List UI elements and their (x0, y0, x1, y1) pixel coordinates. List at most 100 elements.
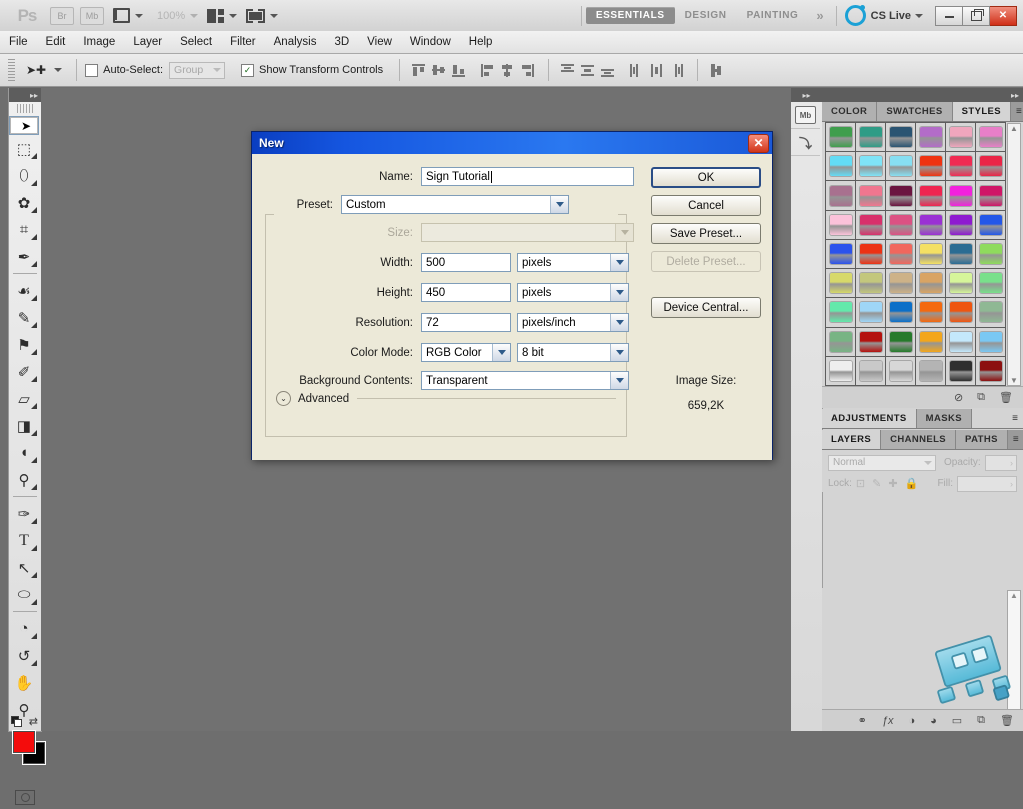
strip-button-mini-bridge[interactable]: Mb (791, 102, 820, 129)
tool-eyedropper-tool[interactable]: ✒ (9, 243, 39, 270)
height-input[interactable]: 450 (421, 283, 511, 302)
style-swatch-cell[interactable] (886, 181, 915, 210)
style-swatch-cell[interactable] (946, 298, 975, 327)
style-swatch-cell[interactable] (886, 239, 915, 269)
launch-bridge-icon[interactable]: Br (50, 6, 74, 25)
device-central-button[interactable]: Device Central... (651, 297, 761, 318)
tool-pen-tool[interactable]: ✑ (9, 500, 39, 527)
tab-masks[interactable]: MASKS (916, 409, 972, 428)
align-bottom-edges-icon[interactable] (452, 64, 466, 77)
menu-layer[interactable]: Layer (124, 34, 171, 50)
tool-history-brush-tool[interactable]: ✐ (9, 358, 39, 385)
minimize-button[interactable] (935, 5, 963, 26)
style-swatch-cell[interactable] (946, 210, 975, 239)
workspace-tab-painting[interactable]: PAINTING (737, 7, 809, 24)
cs-live-button[interactable]: CS Live (841, 5, 927, 26)
width-input[interactable]: 500 (421, 253, 511, 272)
align-right-edges-icon[interactable] (521, 63, 535, 77)
style-swatch-cell[interactable] (916, 327, 945, 356)
tool-blur-tool[interactable]: ◖ (9, 439, 39, 466)
menu-file[interactable]: File (0, 34, 37, 50)
tab-paths[interactable]: PATHS (956, 430, 1008, 449)
workspace-tab-design[interactable]: DESIGN (675, 7, 737, 24)
style-swatch-cell[interactable] (826, 269, 855, 298)
tab-channels[interactable]: CHANNELS (881, 430, 957, 449)
tool-3d-rotate-camera-tool[interactable]: ↺ (9, 642, 39, 669)
tools-panel-grip[interactable] (17, 104, 33, 113)
adjustment-layer-icon[interactable]: ◕ (930, 715, 937, 727)
swap-colors-icon[interactable]: ⇄ (29, 715, 38, 728)
style-swatch-cell[interactable] (916, 356, 945, 385)
new-group-icon[interactable]: ▭ (952, 714, 962, 727)
auto-select-scope-select[interactable]: Group (169, 61, 226, 79)
style-swatch-cell[interactable] (886, 269, 915, 298)
tool-horizontal-type-tool[interactable]: T (9, 527, 39, 554)
styles-scrollbar[interactable]: ▲ ▼ (1007, 123, 1021, 386)
adjustments-panel-menu-icon[interactable]: ≡ (1007, 409, 1023, 428)
arrange-chevron-down-icon[interactable] (229, 13, 238, 18)
name-input[interactable]: Sign Tutorial (421, 167, 634, 186)
scroll-up-icon[interactable]: ▲ (1010, 591, 1018, 600)
default-colors-icon[interactable] (11, 716, 22, 727)
delete-layer-icon[interactable]: 🗑 (1000, 714, 1014, 727)
more-workspaces-icon[interactable]: » (808, 8, 831, 23)
style-swatch-cell[interactable] (916, 269, 945, 298)
auto-select-checkbox[interactable] (85, 63, 99, 77)
tool-dodge-tool[interactable]: ⚲ (9, 466, 39, 493)
style-swatch-cell[interactable] (916, 239, 945, 269)
save-preset-button[interactable]: Save Preset... (651, 223, 761, 244)
advanced-disclosure[interactable]: ⌄ Advanced (276, 391, 616, 406)
style-swatch-cell[interactable] (946, 356, 975, 385)
quick-mask-mode-button[interactable] (9, 785, 41, 809)
style-swatch-cell[interactable] (946, 152, 975, 181)
style-swatch-cell[interactable] (976, 152, 1005, 181)
style-swatch-cell[interactable] (976, 123, 1005, 152)
style-swatch-cell[interactable] (826, 239, 855, 269)
style-swatch-cell[interactable] (886, 298, 915, 327)
distribute-bottom-edges-icon[interactable] (601, 64, 615, 77)
style-swatch-cell[interactable] (856, 356, 885, 385)
align-vertical-centers-icon[interactable] (432, 64, 446, 77)
style-swatch-cell[interactable] (826, 123, 855, 152)
distribute-right-edges-icon[interactable] (670, 63, 684, 77)
dialog-close-button[interactable]: ✕ (748, 133, 769, 153)
style-swatch-cell[interactable] (886, 327, 915, 356)
menu-filter[interactable]: Filter (221, 34, 265, 50)
distribute-horizontal-centers-icon[interactable] (650, 63, 663, 77)
tool-spot-healing-brush-tool[interactable]: ☙ (9, 277, 39, 304)
options-bar-grip[interactable] (8, 59, 15, 81)
style-swatch-cell[interactable] (946, 123, 975, 152)
cs-live-chevron-down-icon[interactable] (915, 13, 923, 18)
foreground-color-swatch[interactable] (13, 731, 35, 753)
style-swatch-cell[interactable] (826, 152, 855, 181)
dialog-title-bar[interactable]: New ✕ (252, 132, 772, 154)
style-swatch-cell[interactable] (976, 181, 1005, 210)
style-swatch-cell[interactable] (886, 210, 915, 239)
color-mode-select[interactable]: RGB Color (421, 343, 511, 362)
style-swatch-cell[interactable] (886, 123, 915, 152)
style-swatch-cell[interactable] (826, 298, 855, 327)
menu-help[interactable]: Help (460, 34, 502, 50)
scroll-up-icon[interactable]: ▲ (1010, 124, 1018, 133)
tab-color[interactable]: COLOR (822, 102, 878, 121)
tool-move-tool[interactable]: ➤ (9, 116, 39, 135)
arrange-documents-icon[interactable] (207, 8, 225, 23)
view-extras-chevron-down-icon[interactable] (135, 13, 143, 18)
ok-button[interactable]: OK (651, 167, 761, 188)
close-button[interactable]: ✕ (990, 5, 1017, 26)
style-swatch-cell[interactable] (976, 210, 1005, 239)
zoom-level-chevron-down-icon[interactable] (190, 13, 199, 18)
clear-style-icon[interactable]: ⊘ (954, 391, 963, 404)
styles-panel-menu-icon[interactable]: ≡ (1011, 102, 1023, 121)
workspace-tab-essentials[interactable]: ESSENTIALS (585, 7, 675, 24)
tool-ellipse-tool[interactable]: ⬭ (9, 581, 39, 608)
styles-grid[interactable] (825, 122, 1006, 386)
fill-field[interactable]: › (957, 475, 1017, 492)
distribute-top-edges-icon[interactable] (561, 63, 575, 77)
style-swatch-cell[interactable] (826, 327, 855, 356)
style-swatch-cell[interactable] (916, 298, 945, 327)
style-swatch-cell[interactable] (826, 181, 855, 210)
style-swatch-cell[interactable] (976, 298, 1005, 327)
lock-position-icon[interactable]: ✚ (888, 477, 897, 490)
tool-gradient-tool[interactable]: ◨ (9, 412, 39, 439)
